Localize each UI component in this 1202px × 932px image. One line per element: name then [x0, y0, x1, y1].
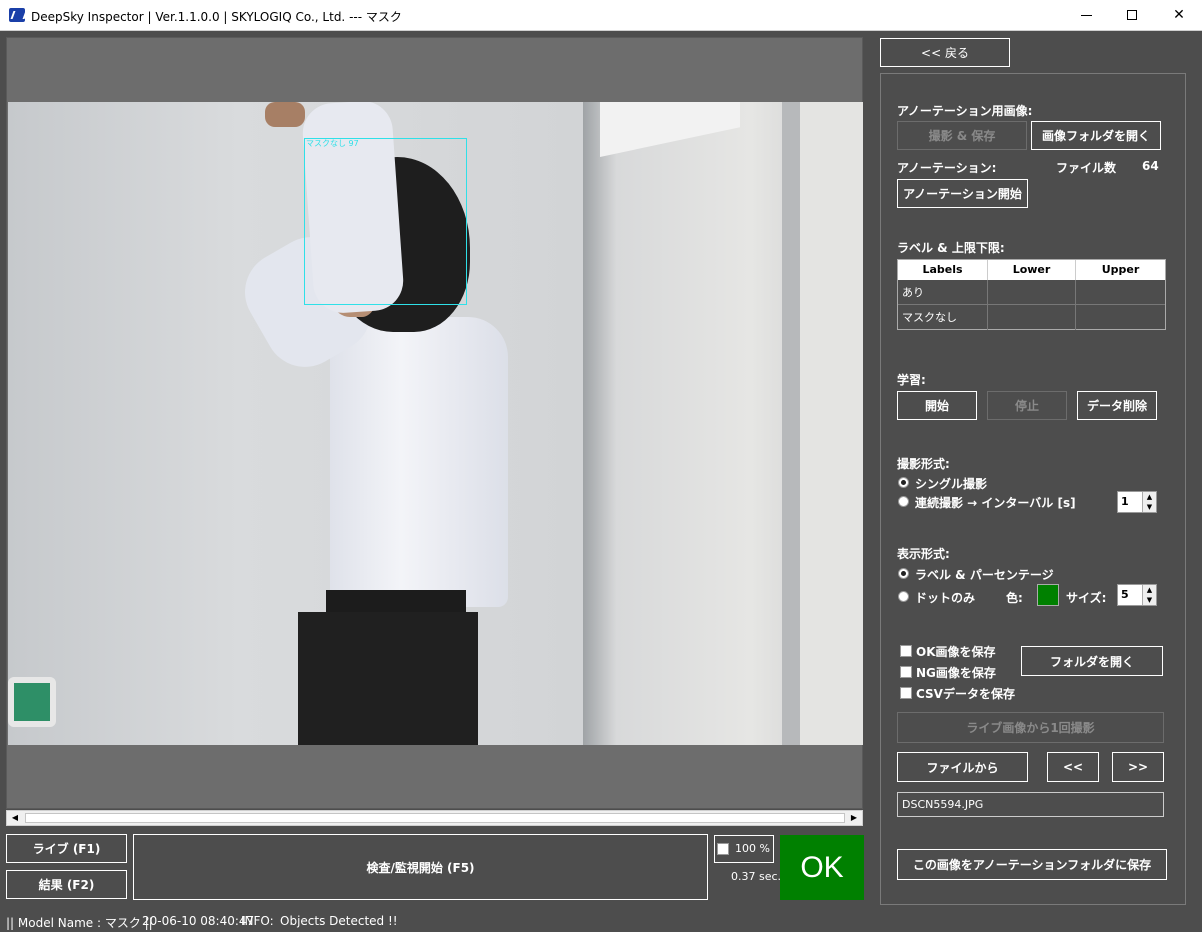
file-name-field[interactable]: DSCN5594.JPG: [897, 792, 1164, 817]
label-percentage-label: ラベル & パーセンテージ: [915, 568, 1054, 582]
result-ok-indicator: OK: [780, 835, 864, 900]
image-viewer[interactable]: マスクなし 97: [6, 37, 863, 809]
color-label: 色:: [1006, 591, 1023, 605]
person-pants: [298, 612, 478, 745]
file-count-value: 64: [1142, 159, 1159, 173]
save-csv-checkbox[interactable]: [900, 687, 912, 699]
title-bar: DeepSky Inspector | Ver.1.1.0.0 | SKYLOG…: [0, 0, 1202, 31]
maximize-icon: [1127, 10, 1137, 20]
save-ng-label: NG画像を保存: [916, 666, 996, 680]
detection-box: マスクなし 97: [304, 138, 467, 305]
column-header-labels: Labels: [898, 260, 988, 280]
learning-stop-button[interactable]: 停止: [987, 391, 1067, 420]
door-right: [800, 102, 863, 745]
percent-toggle[interactable]: 100 %: [714, 835, 774, 863]
percent-checkbox[interactable]: [717, 843, 729, 855]
display-mode-label: 表示形式:: [897, 547, 950, 561]
stepper-arrows-icon[interactable]: ▲ ▼: [1142, 585, 1156, 605]
inspect-start-button[interactable]: 検査/監視開始 (F5): [133, 834, 708, 900]
detection-label: マスクなし 97: [306, 139, 359, 148]
window-title: DeepSky Inspector | Ver.1.1.0.0 | SKYLOG…: [31, 10, 402, 24]
labels-limits-label: ラベル & 上限下限:: [897, 241, 1005, 255]
capture-save-button[interactable]: 撮影 & 保存: [897, 121, 1027, 150]
table-cell-label[interactable]: マスクなし: [898, 305, 988, 330]
percent-label: 100 %: [735, 842, 770, 855]
interval-value: 1: [1121, 495, 1129, 508]
open-folder-button[interactable]: フォルダを開く: [1021, 646, 1163, 676]
single-capture-label: シングル撮影: [915, 477, 988, 491]
scroll-right-icon[interactable]: ▶: [846, 811, 862, 825]
size-label: サイズ:: [1066, 591, 1107, 605]
delete-data-button[interactable]: データ削除: [1077, 391, 1157, 420]
horizontal-scrollbar[interactable]: ◀ ▶: [6, 810, 863, 826]
save-ng-checkbox[interactable]: [900, 666, 912, 678]
prev-image-button[interactable]: <<: [1047, 752, 1099, 782]
continuous-capture-label: 連続撮影 → インターバル [s]: [915, 496, 1076, 510]
status-bar: || Model Name : マスク || 20-06-10 08:40:47…: [0, 910, 1202, 932]
maximize-button[interactable]: [1110, 0, 1156, 31]
table-cell-lower[interactable]: [988, 305, 1076, 330]
dot-color-swatch[interactable]: [1037, 584, 1059, 606]
from-file-button[interactable]: ファイルから: [897, 752, 1028, 782]
close-icon: ✕: [1173, 7, 1185, 23]
save-ok-checkbox[interactable]: [900, 645, 912, 657]
interval-stepper[interactable]: 1 ▲ ▼: [1117, 491, 1157, 513]
scrollbar-thumb[interactable]: [25, 813, 845, 823]
next-image-button[interactable]: >>: [1112, 752, 1164, 782]
table-cell-label[interactable]: あり: [898, 280, 988, 305]
status-info-text: Objects Detected !!: [280, 914, 398, 928]
annotation-images-label: アノーテーション用画像:: [897, 104, 1033, 118]
learning-start-button[interactable]: 開始: [897, 391, 977, 420]
labels-table[interactable]: Labels Lower Upper あり マスクなし: [897, 259, 1166, 330]
size-value: 5: [1121, 588, 1129, 601]
column-header-upper: Upper: [1076, 260, 1165, 280]
app-logo-icon: [9, 8, 25, 22]
size-stepper[interactable]: 5 ▲ ▼: [1117, 584, 1157, 606]
table-cell-upper[interactable]: [1076, 305, 1165, 330]
learning-label: 学習:: [897, 373, 926, 387]
table-cell-lower[interactable]: [988, 280, 1076, 305]
result-button[interactable]: 結果 (F2): [6, 870, 127, 899]
camera-image: マスクなし 97: [8, 102, 863, 745]
back-button[interactable]: << 戻る: [880, 38, 1010, 67]
save-ok-label: OK画像を保存: [916, 645, 996, 659]
continuous-capture-radio[interactable]: [898, 496, 909, 507]
green-object: [8, 677, 56, 727]
live-button[interactable]: ライブ (F1): [6, 834, 127, 863]
save-to-annotation-folder-button[interactable]: この画像をアノーテーションフォルダに保存: [897, 849, 1167, 880]
scroll-left-icon[interactable]: ◀: [7, 811, 23, 825]
dots-only-radio[interactable]: [898, 591, 909, 602]
single-capture-radio[interactable]: [898, 477, 909, 488]
annotation-label: アノーテーション:: [897, 161, 997, 175]
door-frame: [782, 102, 800, 745]
dots-only-label: ドットのみ: [915, 591, 976, 605]
elapsed-time: 0.37 sec.: [731, 870, 782, 883]
person-shirt: [330, 317, 508, 607]
column-header-lower: Lower: [988, 260, 1076, 280]
status-info-label: INFO:: [241, 914, 274, 928]
minimize-icon: [1081, 15, 1092, 16]
label-percentage-radio[interactable]: [898, 568, 909, 579]
open-image-folder-button[interactable]: 画像フォルダを開く: [1031, 121, 1161, 150]
stepper-arrows-icon[interactable]: ▲ ▼: [1142, 492, 1156, 512]
file-count-label: ファイル数: [1056, 161, 1117, 175]
save-csv-label: CSVデータを保存: [916, 687, 1015, 701]
minimize-button[interactable]: [1064, 0, 1110, 31]
capture-mode-label: 撮影形式:: [897, 457, 950, 471]
person-hand: [265, 102, 305, 127]
start-annotation-button[interactable]: アノーテーション開始: [897, 179, 1028, 208]
status-datetime: 20-06-10 08:40:47: [142, 914, 255, 928]
table-cell-upper[interactable]: [1076, 280, 1165, 305]
status-model: || Model Name : マスク ||: [6, 916, 153, 930]
close-button[interactable]: ✕: [1156, 0, 1202, 31]
capture-once-button[interactable]: ライブ画像から1回撮影: [897, 712, 1164, 743]
